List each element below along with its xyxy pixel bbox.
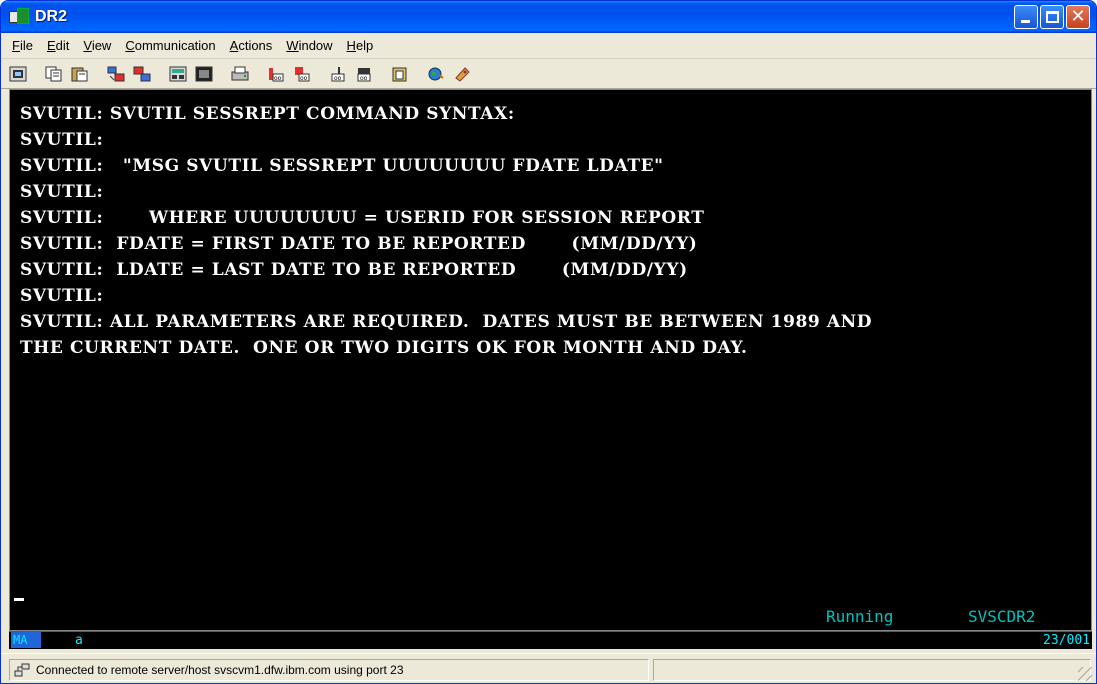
text-cursor [14,598,24,601]
terminal-line: SVUTIL: SVUTIL SESSREPT COMMAND SYNTAX: [20,104,515,124]
menu-window[interactable]: Window [279,36,339,55]
connection-indicator: MA [11,632,41,648]
svg-text:oo: oo [274,75,282,82]
send-icon [107,66,125,81]
terminal-line: THE CURRENT DATE. ONE OR TWO DIGITS OK F… [20,338,748,358]
terminal-line: SVUTIL: FDATE = FIRST DATE TO BE REPORTE… [20,234,698,254]
paste-button[interactable] [69,63,91,85]
resize-grip[interactable] [1078,667,1092,681]
display-icon [195,66,213,81]
session-name: SVSCDR2 [968,607,1036,626]
paste-icon [71,67,88,81]
receive-button[interactable] [131,63,153,85]
run-status: Running [826,607,894,626]
status-message: Connected to remote server/host svscvm1.… [36,663,404,677]
keypad-icon [169,66,187,81]
network-icon [14,663,30,677]
window-title: DR2 [35,8,68,25]
close-icon: ✕ [1070,6,1086,27]
menu-view[interactable]: View [76,36,118,55]
menu-help[interactable]: Help [340,36,381,55]
copy-icon [45,66,62,81]
menu-file[interactable]: File [5,36,40,55]
menu-bar: File Edit View Communication Actions Win… [1,33,1096,59]
emulator-window: DR2 ✕ File Edit View Communication Actio… [0,0,1097,684]
terminal-line: SVUTIL: [20,182,104,202]
print-icon [231,66,249,80]
status-pane-secondary [653,659,1091,681]
macro-record-button[interactable]: oo [265,63,287,85]
screen-button[interactable] [7,63,29,85]
ticket-icon [455,66,470,82]
terminal-line: SVUTIL: [20,286,104,306]
screen-icon [9,66,27,81]
menu-communication[interactable]: Communication [118,36,222,55]
maximize-icon [1046,11,1059,23]
clipboard-icon [392,67,407,81]
macro-play-button[interactable]: oo [327,63,349,85]
copy-button[interactable] [43,63,65,85]
close-button[interactable]: ✕ [1066,5,1090,29]
terminal-line: SVUTIL: WHERE UUUUUUUU = USERID FOR SESS… [20,208,705,228]
svg-text:oo: oo [360,75,368,82]
status-bar: Connected to remote server/host svscvm1.… [1,653,1096,683]
display-button[interactable] [193,63,215,85]
toolbar: oo oo oo oo [1,59,1096,89]
globe-button[interactable] [425,63,447,85]
macro-edit-icon: oo [357,67,371,82]
menu-actions[interactable]: Actions [223,36,280,55]
session-letter: a [75,633,83,648]
app-icon [9,8,29,26]
keypad-button[interactable] [167,63,189,85]
status-pane: Connected to remote server/host svscvm1.… [9,659,649,681]
clipboard-button[interactable] [389,63,411,85]
svg-text:oo: oo [334,75,342,82]
terminal-line: SVUTIL: ALL PARAMETERS ARE REQUIRED. DAT… [20,312,873,332]
terminal-line: SVUTIL: [20,130,104,150]
globe-icon [428,67,444,80]
menu-edit[interactable]: Edit [40,36,76,55]
macro-play-icon: oo [331,66,345,82]
print-button[interactable] [229,63,251,85]
cursor-position: 23/001 [1043,633,1090,648]
minimize-icon [1021,20,1030,23]
operator-info-area: MA a 23/001 [9,631,1092,649]
receive-icon [133,66,151,81]
svg-text:oo: oo [300,75,308,82]
macro-stop-button[interactable]: oo [291,63,313,85]
macro-stop-icon: oo [295,66,310,82]
terminal-screen[interactable]: SVUTIL: SVUTIL SESSREPT COMMAND SYNTAX: … [9,89,1092,631]
title-bar[interactable]: DR2 ✕ [1,1,1096,33]
macro-edit-button[interactable]: oo [353,63,375,85]
terminal-line: SVUTIL: "MSG SVUTIL SESSREPT UUUUUUUU FD… [20,156,664,176]
ticket-button[interactable] [451,63,473,85]
minimize-button[interactable] [1014,5,1038,29]
terminal-line: SVUTIL: LDATE = LAST DATE TO BE REPORTED… [20,260,688,280]
macro-record-icon: oo [269,67,284,82]
maximize-button[interactable] [1040,5,1064,29]
send-button[interactable] [105,63,127,85]
